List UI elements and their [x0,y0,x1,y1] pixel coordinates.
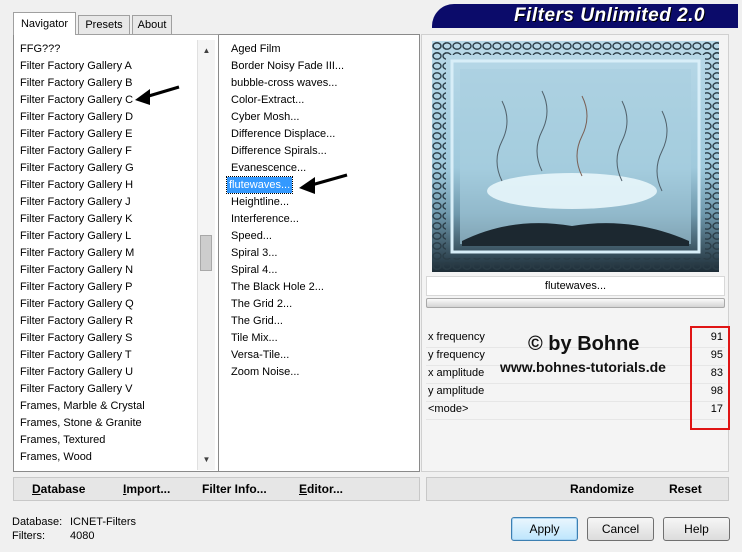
cancel-button[interactable]: Cancel [587,517,654,541]
filter-item[interactable]: bubble-cross waves... [229,75,339,91]
category-item[interactable]: Filter Factory Gallery M [20,245,134,261]
database-button[interactable]: Database [32,479,85,499]
category-item[interactable]: Filter Factory Gallery U [20,364,133,380]
category-list[interactable]: FFG??? Filter Factory Gallery A Filter Fac… [13,34,219,472]
category-item[interactable]: Frames, Wood [20,449,92,465]
category-item[interactable]: Frames, Textured [20,432,105,448]
preview-image [432,41,719,272]
parameter-label: x frequency [428,331,485,343]
editor-button[interactable]: Editor... [299,479,343,499]
filter-item[interactable]: The Grid 2... [229,296,294,312]
filter-item[interactable]: The Black Hole 2... [229,279,326,295]
filter-item[interactable]: Difference Displace... [229,126,337,142]
category-item[interactable]: Filter Factory Gallery C [20,92,133,108]
filter-item-selected[interactable]: flutewaves... [225,176,294,194]
category-item[interactable]: Filter Factory Gallery P [20,279,132,295]
filter-item[interactable]: Heightline... [229,194,291,210]
import-button[interactable]: Import... [123,479,170,499]
arrow-pointer-icon [135,85,180,105]
status-database-value: ICNET-Filters [70,516,136,528]
category-item[interactable]: Filter Factory Gallery T [20,347,132,363]
category-item[interactable]: Filter Factory Gallery F [20,143,132,159]
tab-about[interactable]: About [132,15,172,34]
apply-button[interactable]: Apply [511,517,578,541]
scroll-thumb[interactable] [200,235,212,271]
highlight-box [690,326,730,430]
filter-item[interactable]: Color-Extract... [229,92,306,108]
category-item[interactable]: Filter Factory Gallery L [20,228,131,244]
filter-list[interactable]: Aged Film Border Noisy Fade III... bubble-… [219,34,420,472]
watermark-copyright: © by Bohne [528,333,640,355]
category-item[interactable]: FFG??? [20,41,60,57]
category-item[interactable]: Filter Factory Gallery K [20,211,132,227]
category-item[interactable]: Filter Factory Gallery V [20,381,132,397]
filter-info-button[interactable]: Filter Info... [202,479,267,499]
filter-item[interactable]: Zoom Noise... [229,364,301,380]
filter-item[interactable]: The Grid... [229,313,285,329]
category-item[interactable]: Filter Factory Gallery D [20,109,133,125]
category-item[interactable]: Filter Factory Gallery G [20,160,134,176]
parameter-row[interactable]: y amplitude 98 [426,383,725,402]
parameter-label: y amplitude [428,385,485,397]
filter-item[interactable]: Spiral 4... [229,262,279,278]
app-title-banner: Filters Unlimited 2.0 [432,4,738,28]
category-item[interactable]: Filter Factory Gallery R [20,313,133,329]
filter-item[interactable]: Speed... [229,228,274,244]
category-item[interactable]: Frames, Stone & Granite [20,415,142,431]
filter-item[interactable]: Versa-Tile... [229,347,291,363]
preview-filter-name: flutewaves... [426,276,725,296]
filter-item[interactable]: Cyber Mosh... [229,109,301,125]
category-item[interactable]: Filter Factory Gallery Q [20,296,134,312]
filter-item[interactable]: Tile Mix... [229,330,280,346]
category-item[interactable]: Filter Factory Gallery N [20,262,133,278]
category-item[interactable]: Filter Factory Gallery A [20,58,132,74]
scroll-down-icon[interactable]: ▼ [198,451,215,468]
progress-bar [426,298,725,308]
category-scrollbar[interactable]: ▲ ▼ [197,40,215,470]
category-item[interactable]: Filter Factory Gallery E [20,126,132,142]
randomize-button[interactable]: Randomize [570,479,634,499]
parameter-label: <mode> [428,403,469,415]
status-filters-value: 4080 [70,530,95,542]
status-database-label: Database: [12,516,63,528]
category-item[interactable]: Filter Factory Gallery S [20,330,132,346]
category-item[interactable]: Frames, Marble & Crystal [20,398,145,414]
filter-item[interactable]: Spiral 3... [229,245,279,261]
category-item[interactable]: Filter Factory Gallery J [20,194,131,210]
filter-item[interactable]: Difference Spirals... [229,143,329,159]
parameter-label: y frequency [428,349,485,361]
tab-presets[interactable]: Presets [78,15,130,34]
help-button[interactable]: Help [663,517,730,541]
parameter-row[interactable]: <mode> 17 [426,401,725,420]
filter-item[interactable]: Interference... [229,211,301,227]
status-filters-label: Filters: [12,530,45,542]
category-item[interactable]: Filter Factory Gallery H [20,177,133,193]
arrow-pointer-icon [299,173,348,194]
watermark-url: www.bohnes-tutorials.de [500,359,666,375]
parameter-label: x amplitude [428,367,485,379]
reset-button[interactable]: Reset [669,479,702,499]
scroll-up-icon[interactable]: ▲ [198,42,215,59]
filter-item[interactable]: Aged Film [229,41,283,57]
tab-navigator[interactable]: Navigator [13,12,76,35]
app-title: Filters Unlimited 2.0 [513,5,705,26]
category-item[interactable]: Filter Factory Gallery B [20,75,132,91]
filter-item[interactable]: Border Noisy Fade III... [229,58,346,74]
